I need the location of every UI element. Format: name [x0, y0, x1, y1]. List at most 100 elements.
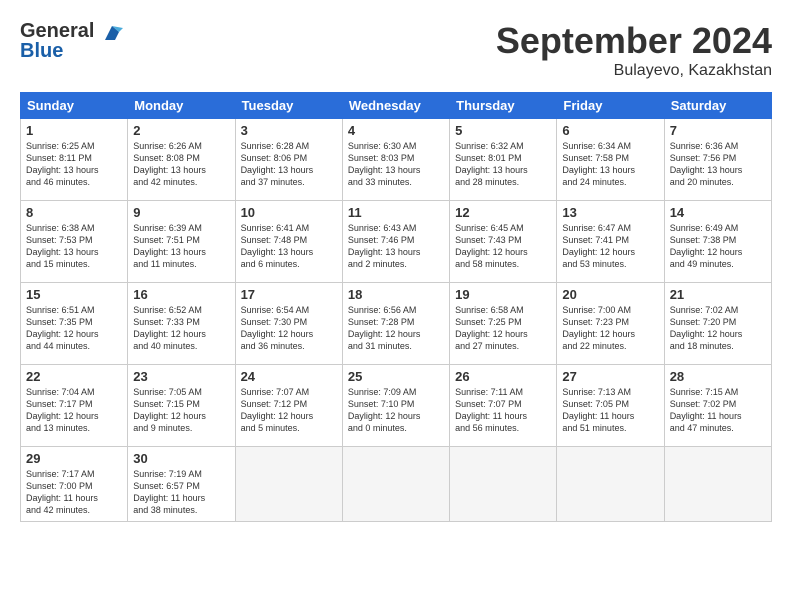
day-number: 8	[26, 205, 122, 220]
day-info: Sunrise: 6:54 AMSunset: 7:30 PMDaylight:…	[241, 304, 337, 353]
day-info: Sunrise: 6:45 AMSunset: 7:43 PMDaylight:…	[455, 222, 551, 271]
calendar-cell: 26 Sunrise: 7:11 AMSunset: 7:07 PMDayligh…	[450, 365, 557, 447]
day-info: Sunrise: 6:28 AMSunset: 8:06 PMDaylight:…	[241, 140, 337, 189]
day-number: 10	[241, 205, 337, 220]
day-number: 22	[26, 369, 122, 384]
calendar-cell: 28 Sunrise: 7:15 AMSunset: 7:02 PMDayligh…	[664, 365, 771, 447]
day-info: Sunrise: 6:52 AMSunset: 7:33 PMDaylight:…	[133, 304, 229, 353]
day-number: 9	[133, 205, 229, 220]
day-number: 1	[26, 123, 122, 138]
day-number: 13	[562, 205, 658, 220]
day-number: 7	[670, 123, 766, 138]
day-number: 20	[562, 287, 658, 302]
day-info: Sunrise: 7:07 AMSunset: 7:12 PMDaylight:…	[241, 386, 337, 435]
day-number: 24	[241, 369, 337, 384]
day-number: 19	[455, 287, 551, 302]
day-number: 28	[670, 369, 766, 384]
day-info: Sunrise: 7:19 AMSunset: 6:57 PMDaylight:…	[133, 468, 229, 517]
title-block: September 2024 Bulayevo, Kazakhstan	[496, 20, 772, 80]
day-info: Sunrise: 7:04 AMSunset: 7:17 PMDaylight:…	[26, 386, 122, 435]
calendar-cell	[235, 447, 342, 522]
day-info: Sunrise: 7:13 AMSunset: 7:05 PMDaylight:…	[562, 386, 658, 435]
day-number: 26	[455, 369, 551, 384]
calendar-cell: 18 Sunrise: 6:56 AMSunset: 7:28 PMDayligh…	[342, 283, 449, 365]
col-wednesday: Wednesday	[342, 93, 449, 119]
day-info: Sunrise: 6:43 AMSunset: 7:46 PMDaylight:…	[348, 222, 444, 271]
location: Bulayevo, Kazakhstan	[496, 62, 772, 80]
calendar-cell: 10 Sunrise: 6:41 AMSunset: 7:48 PMDayligh…	[235, 201, 342, 283]
day-info: Sunrise: 6:32 AMSunset: 8:01 PMDaylight:…	[455, 140, 551, 189]
day-number: 12	[455, 205, 551, 220]
day-info: Sunrise: 7:05 AMSunset: 7:15 PMDaylight:…	[133, 386, 229, 435]
calendar-cell: 29 Sunrise: 7:17 AMSunset: 7:00 PMDayligh…	[21, 447, 128, 522]
day-info: Sunrise: 6:39 AMSunset: 7:51 PMDaylight:…	[133, 222, 229, 271]
day-info: Sunrise: 6:41 AMSunset: 7:48 PMDaylight:…	[241, 222, 337, 271]
day-number: 5	[455, 123, 551, 138]
day-number: 17	[241, 287, 337, 302]
calendar-week-row: 1 Sunrise: 6:25 AMSunset: 8:11 PMDaylight…	[21, 119, 772, 201]
logo: General Blue	[20, 20, 125, 63]
calendar-cell: 8 Sunrise: 6:38 AMSunset: 7:53 PMDaylight…	[21, 201, 128, 283]
calendar-cell	[557, 447, 664, 522]
calendar-cell: 24 Sunrise: 7:07 AMSunset: 7:12 PMDayligh…	[235, 365, 342, 447]
day-info: Sunrise: 7:09 AMSunset: 7:10 PMDaylight:…	[348, 386, 444, 435]
calendar-cell: 7 Sunrise: 6:36 AMSunset: 7:56 PMDaylight…	[664, 119, 771, 201]
calendar-week-row: 29 Sunrise: 7:17 AMSunset: 7:00 PMDayligh…	[21, 447, 772, 522]
calendar-cell: 22 Sunrise: 7:04 AMSunset: 7:17 PMDayligh…	[21, 365, 128, 447]
day-number: 6	[562, 123, 658, 138]
logo-icon	[101, 22, 123, 44]
day-info: Sunrise: 6:49 AMSunset: 7:38 PMDaylight:…	[670, 222, 766, 271]
day-info: Sunrise: 6:56 AMSunset: 7:28 PMDaylight:…	[348, 304, 444, 353]
calendar-week-row: 15 Sunrise: 6:51 AMSunset: 7:35 PMDayligh…	[21, 283, 772, 365]
calendar-cell: 6 Sunrise: 6:34 AMSunset: 7:58 PMDaylight…	[557, 119, 664, 201]
calendar-cell	[664, 447, 771, 522]
col-saturday: Saturday	[664, 93, 771, 119]
day-number: 11	[348, 205, 444, 220]
calendar-cell: 23 Sunrise: 7:05 AMSunset: 7:15 PMDayligh…	[128, 365, 235, 447]
day-number: 16	[133, 287, 229, 302]
calendar-cell: 19 Sunrise: 6:58 AMSunset: 7:25 PMDayligh…	[450, 283, 557, 365]
header-row: Sunday Monday Tuesday Wednesday Thursday…	[21, 93, 772, 119]
day-info: Sunrise: 7:02 AMSunset: 7:20 PMDaylight:…	[670, 304, 766, 353]
header: General Blue September 2024 Bulayevo, Ka…	[20, 20, 772, 80]
calendar-cell	[450, 447, 557, 522]
day-info: Sunrise: 6:58 AMSunset: 7:25 PMDaylight:…	[455, 304, 551, 353]
day-info: Sunrise: 7:17 AMSunset: 7:00 PMDaylight:…	[26, 468, 122, 517]
calendar-cell: 11 Sunrise: 6:43 AMSunset: 7:46 PMDayligh…	[342, 201, 449, 283]
calendar-cell: 15 Sunrise: 6:51 AMSunset: 7:35 PMDayligh…	[21, 283, 128, 365]
calendar-cell: 12 Sunrise: 6:45 AMSunset: 7:43 PMDayligh…	[450, 201, 557, 283]
page: General Blue September 2024 Bulayevo, Ka…	[0, 0, 792, 612]
day-number: 27	[562, 369, 658, 384]
day-info: Sunrise: 6:38 AMSunset: 7:53 PMDaylight:…	[26, 222, 122, 271]
calendar-cell: 27 Sunrise: 7:13 AMSunset: 7:05 PMDayligh…	[557, 365, 664, 447]
calendar-cell: 17 Sunrise: 6:54 AMSunset: 7:30 PMDayligh…	[235, 283, 342, 365]
calendar-cell: 20 Sunrise: 7:00 AMSunset: 7:23 PMDayligh…	[557, 283, 664, 365]
day-info: Sunrise: 7:11 AMSunset: 7:07 PMDaylight:…	[455, 386, 551, 435]
day-info: Sunrise: 7:00 AMSunset: 7:23 PMDaylight:…	[562, 304, 658, 353]
day-number: 30	[133, 451, 229, 466]
col-monday: Monday	[128, 93, 235, 119]
day-info: Sunrise: 6:51 AMSunset: 7:35 PMDaylight:…	[26, 304, 122, 353]
day-number: 4	[348, 123, 444, 138]
month-title: September 2024	[496, 20, 772, 62]
calendar-cell: 13Sunrise: 6:47 AMSunset: 7:41 PMDayligh…	[557, 201, 664, 283]
calendar-cell: 4 Sunrise: 6:30 AMSunset: 8:03 PMDaylight…	[342, 119, 449, 201]
day-number: 21	[670, 287, 766, 302]
day-info: Sunrise: 7:15 AMSunset: 7:02 PMDaylight:…	[670, 386, 766, 435]
day-info: Sunrise: 6:36 AMSunset: 7:56 PMDaylight:…	[670, 140, 766, 189]
calendar-cell	[342, 447, 449, 522]
day-info: Sunrise: 6:30 AMSunset: 8:03 PMDaylight:…	[348, 140, 444, 189]
day-number: 3	[241, 123, 337, 138]
calendar-week-row: 22 Sunrise: 7:04 AMSunset: 7:17 PMDayligh…	[21, 365, 772, 447]
calendar-cell: 21 Sunrise: 7:02 AMSunset: 7:20 PMDayligh…	[664, 283, 771, 365]
day-number: 18	[348, 287, 444, 302]
day-info: Sunrise: 6:34 AMSunset: 7:58 PMDaylight:…	[562, 140, 658, 189]
day-number: 29	[26, 451, 122, 466]
day-info: Sunrise: 6:25 AMSunset: 8:11 PMDaylight:…	[26, 140, 122, 189]
day-number: 23	[133, 369, 229, 384]
day-number: 15	[26, 287, 122, 302]
day-number: 2	[133, 123, 229, 138]
col-friday: Friday	[557, 93, 664, 119]
day-info: Sunrise: 6:26 AMSunset: 8:08 PMDaylight:…	[133, 140, 229, 189]
calendar-week-row: 8 Sunrise: 6:38 AMSunset: 7:53 PMDaylight…	[21, 201, 772, 283]
